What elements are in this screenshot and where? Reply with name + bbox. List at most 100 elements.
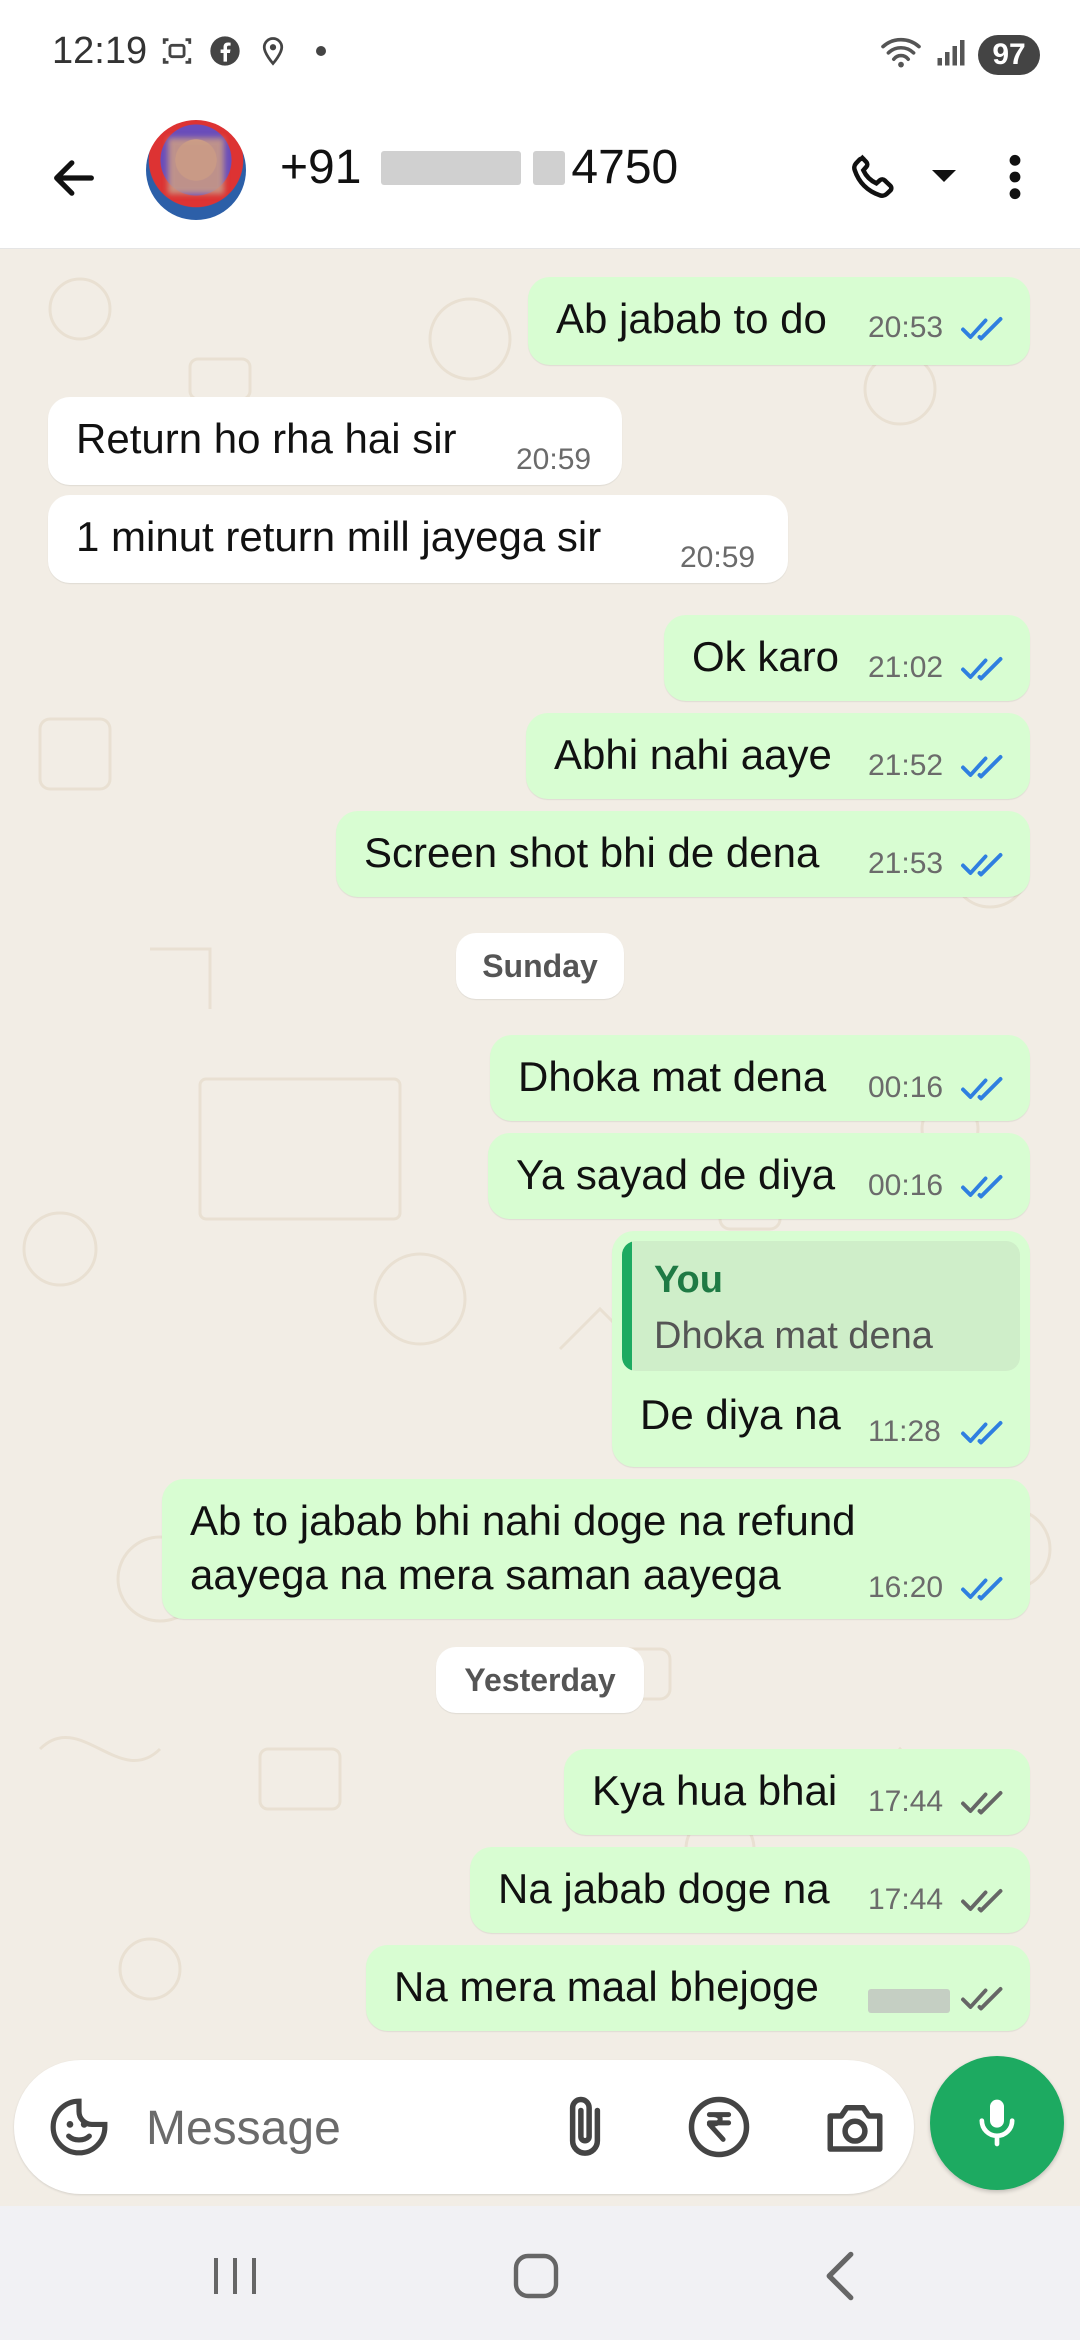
delivered-receipt-icon	[961, 1987, 1003, 2011]
camera-button[interactable]	[822, 2094, 888, 2160]
sticker-button[interactable]	[48, 2096, 110, 2158]
attach-icon	[569, 2096, 601, 2156]
read-receipt-icon	[961, 1577, 1003, 1601]
message-time: 21:53	[868, 847, 944, 880]
voice-message-button[interactable]	[930, 2056, 1064, 2190]
more-options-button[interactable]	[990, 142, 1040, 212]
message-bubble-incoming[interactable]: Return ho rha hai sir 20:59	[48, 397, 622, 485]
home-button[interactable]	[512, 2252, 560, 2300]
message-text-line2: aayega na mera saman aayega	[190, 1551, 781, 1598]
system-nav-bar	[0, 2206, 1080, 2340]
message-time: 00:16	[868, 1169, 944, 1202]
message-bubble-outgoing[interactable]: Ya sayad de diya 00:16	[488, 1133, 1030, 1219]
read-receipt-icon	[961, 1421, 1003, 1445]
delivered-receipt-icon	[961, 1791, 1003, 1815]
system-back-button[interactable]	[820, 2250, 860, 2302]
location-icon	[256, 34, 290, 68]
more-vert-icon	[1009, 154, 1021, 200]
message-text: Return ho rha hai sir	[76, 415, 457, 462]
message-composer	[14, 2060, 914, 2194]
date-separator: Sunday	[456, 933, 624, 999]
message-bubble-outgoing[interactable]: Ab to jabab bhi nahi doge na refund aaye…	[162, 1479, 1030, 1619]
message-bubble-outgoing[interactable]: Abhi nahi aaye 21:52	[526, 713, 1030, 799]
battery-indicator: 97	[978, 34, 1040, 75]
recent-apps-button[interactable]	[210, 2254, 260, 2298]
message-time: 21:52	[868, 749, 944, 782]
message-bubble-outgoing[interactable]: Na jabab doge na 17:44	[470, 1847, 1030, 1933]
read-receipt-icon	[961, 1077, 1003, 1101]
chat-header: +91 4750	[0, 110, 1080, 249]
message-text: Dhoka mat dena	[518, 1053, 827, 1100]
wifi-icon	[878, 34, 924, 75]
sticker-icon	[50, 2098, 108, 2156]
call-options-button[interactable]	[924, 150, 964, 202]
message-input[interactable]	[144, 2090, 518, 2166]
message-bubble-outgoing[interactable]: Ab jabab to do 20:53	[528, 277, 1030, 365]
quote-accent-bar	[622, 1241, 632, 1371]
read-receipt-icon	[961, 657, 1003, 681]
message-bubble-outgoing[interactable]: Kya hua bhai 17:44	[564, 1749, 1030, 1835]
date-separator: Yesterday	[436, 1647, 644, 1713]
message-time: 00:16	[868, 1071, 944, 1104]
message-text: Na jabab doge na	[498, 1865, 830, 1912]
message-text-line1: Ab to jabab bhi nahi doge na refund	[190, 1497, 856, 1544]
status-notification-icons	[160, 34, 338, 68]
back-arrow-icon	[54, 160, 94, 196]
message-time: 17:44	[868, 1883, 944, 1916]
redacted-number	[533, 150, 566, 185]
chat-area[interactable]: Ab jabab to do 20:53 Return ho rha hai s…	[0, 249, 1080, 2067]
screenshot-icon	[160, 34, 194, 68]
back-icon	[826, 2251, 854, 2301]
message-time: 20:59	[516, 443, 592, 476]
read-receipt-icon	[961, 1175, 1003, 1199]
delivered-receipt-icon	[961, 1889, 1003, 1913]
mic-icon	[979, 2099, 1015, 2147]
redacted-time	[868, 1989, 950, 2013]
contact-suffix: 4750	[571, 141, 679, 194]
message-text: De diya na	[640, 1391, 841, 1438]
avatar[interactable]	[146, 120, 246, 220]
quoted-text: Dhoka mat dena	[654, 1315, 933, 1357]
facebook-icon	[208, 34, 242, 68]
status-time: 12:19	[52, 30, 148, 72]
dot-icon	[304, 34, 338, 68]
message-bubble-incoming[interactable]: 1 minut return mill jayega sir 20:59	[48, 495, 788, 583]
message-text: Abhi nahi aaye	[554, 731, 832, 778]
redacted-number	[381, 150, 522, 185]
back-button[interactable]	[40, 144, 108, 212]
message-text: 1 minut return mill jayega sir	[76, 513, 602, 560]
status-system-icons: 97	[878, 34, 1040, 75]
message-text: Kya hua bhai	[592, 1767, 838, 1814]
read-receipt-icon	[961, 853, 1003, 877]
payment-button[interactable]	[686, 2094, 752, 2160]
phone-icon	[852, 154, 894, 198]
quoted-message[interactable]: You Dhoka mat dena	[622, 1241, 1020, 1371]
message-bubble-outgoing[interactable]: Dhoka mat dena 00:16	[490, 1035, 1030, 1121]
message-bubble-outgoing[interactable]: Na mera maal bhejoge	[366, 1945, 1030, 2031]
contact-prefix: +91	[280, 141, 362, 194]
message-time: 20:53	[868, 311, 944, 344]
voice-call-button[interactable]	[838, 142, 908, 212]
attach-button[interactable]	[552, 2094, 618, 2160]
camera-icon	[827, 2105, 883, 2152]
dropdown-icon	[932, 170, 956, 182]
message-time: 16:20	[868, 1571, 944, 1604]
rupee-icon	[688, 2096, 750, 2158]
message-text: Ya sayad de diya	[516, 1151, 836, 1198]
message-time: 20:59	[680, 541, 756, 574]
signal-icon	[936, 36, 966, 73]
recent-apps-icon	[214, 2258, 256, 2294]
message-time: 17:44	[868, 1785, 944, 1818]
message-text: Na mera maal bhejoge	[394, 1963, 819, 2010]
status-bar: 12:19 97	[0, 0, 1080, 110]
message-time: 11:28	[868, 1415, 941, 1448]
contact-name[interactable]: +91 4750	[280, 140, 678, 195]
message-bubble-outgoing[interactable]: Ok karo 21:02	[664, 615, 1030, 701]
message-text: Ab jabab to do	[556, 295, 827, 342]
message-text: Screen shot bhi de dena	[364, 829, 820, 876]
home-icon	[513, 2253, 559, 2299]
message-bubble-outgoing[interactable]: Screen shot bhi de dena 21:53	[336, 811, 1030, 897]
read-receipt-icon	[961, 755, 1003, 779]
message-bubble-outgoing-reply[interactable]: You Dhoka mat dena De diya na 11:28	[612, 1231, 1030, 1467]
message-time: 21:02	[868, 651, 944, 684]
